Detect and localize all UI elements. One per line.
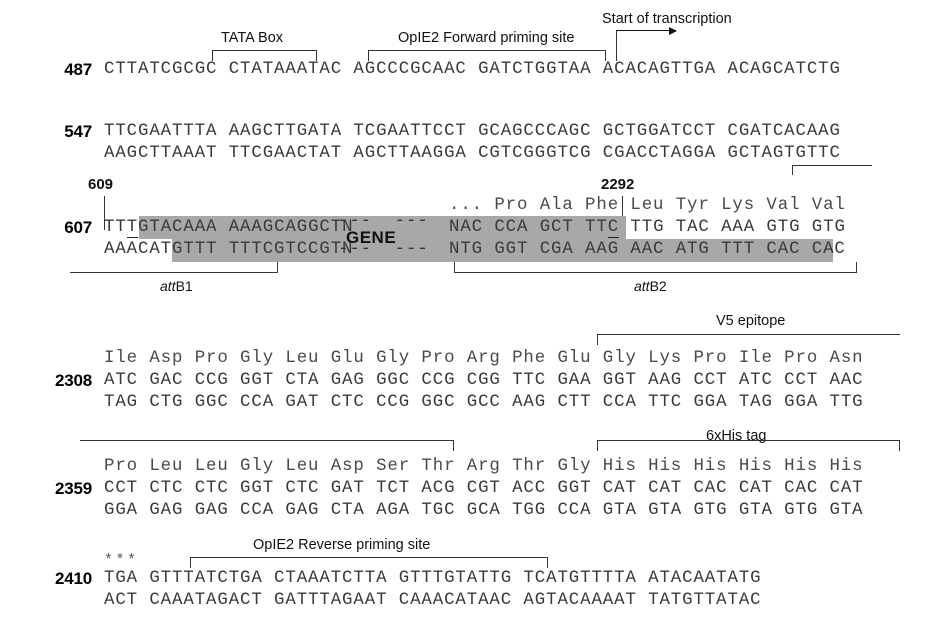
top-strand-2410: TGA GTTTATCTGA CTAAATCTTA GTTTGTATTG TCA…	[104, 569, 762, 588]
opie2-reverse-bracket	[190, 557, 548, 568]
position-index-2308: 2308	[54, 371, 92, 390]
top-strand-2359: CCT CTC CTC GGT CTC GAT TCT ACG CGT ACC …	[104, 479, 864, 498]
bottom-strand-607-left: AAACATGTTT TTTCGTCCGTN	[104, 240, 354, 259]
bottom-strand-2410: ACT CAAATAGACT GATTTAGAAT CAAACATAAC AGT…	[104, 591, 762, 610]
bottom-strand-2308: TAG CTG GGC CCA GAT CTC CCG GGC GCC AAG …	[104, 393, 864, 412]
marker-label-2292: 2292	[601, 176, 635, 193]
position-index-547: 547	[64, 122, 92, 141]
sequence-block-487: TATA Box OpIE2 Forward priming site Star…	[0, 0, 925, 100]
top-strand-2308: ATC GAC CCG GGT CTA GAG GGC CCG CGG TTC …	[104, 371, 864, 390]
bottom-strand-2359: GGA GAG GAG CCA GAG CTA AGA TGC GCA TGG …	[104, 501, 864, 520]
v5-epitope-bracket	[597, 334, 900, 345]
attb1-start-base-marker: T	[126, 218, 139, 238]
attb1-label: attB1	[160, 278, 193, 294]
amino-acid-row-607: ... Pro Ala Phe Leu Tyr Lys Val Val	[449, 196, 846, 215]
sequence-block-2308: V5 epitope Ile Asp Pro Gly Leu Glu Gly P…	[0, 305, 925, 412]
attb2-label-plain: B2	[649, 278, 667, 294]
gene-box-dash-bottom: --- ---	[338, 240, 429, 259]
attb1-bracket-start	[792, 165, 872, 175]
sequence-map-figure: TATA Box OpIE2 Forward priming site Star…	[0, 0, 925, 623]
his-tag-bracket	[597, 440, 900, 451]
position-index-2359: 2359	[54, 479, 92, 498]
opie2-reverse-label: OpIE2 Reverse priming site	[253, 537, 431, 553]
bottom-strand-547: AAGCTTAAAT TTCGAACTAT AGCTTAAGGA CGTCGGG…	[104, 144, 841, 163]
top-strand-607-codons-a: NAC CCA GCT TT	[449, 218, 608, 237]
stop-codon-stars: ***	[104, 552, 139, 569]
top-strand-607-right: NAC CCA GCT TTC TTG TAC AAA GTG GTG	[449, 218, 846, 238]
sequence-block-607: ... Pro Ala Phe Leu Tyr Lys Val Val 607 …	[0, 196, 925, 298]
v5-epitope-bracket-continued	[80, 440, 454, 451]
position-index-607: 607	[64, 218, 92, 237]
amino-acid-row-2308: Ile Asp Pro Gly Leu Glu Gly Pro Arg Phe …	[104, 349, 864, 368]
opie2-forward-label: OpIE2 Forward priming site	[398, 30, 575, 46]
position-index-487: 487	[64, 60, 92, 79]
v5-epitope-label: V5 epitope	[716, 313, 786, 329]
top-strand-607-codons-b: TTG TAC AAA GTG GTG	[619, 218, 846, 237]
bottom-strand-607-right: NTG GGT CGA AAG AAC ATG TTT CAC CAC	[449, 240, 846, 259]
position-index-2410: 2410	[54, 569, 92, 588]
top-strand-607-attb1: GTACAAA AAAGCAGGCTN	[138, 218, 354, 237]
attb2-bracket	[454, 262, 857, 273]
attb1-label-italic: att	[160, 278, 176, 294]
transcription-start-vertical	[616, 30, 617, 61]
attb1-label-plain: B1	[175, 278, 193, 294]
attb2-label-italic: att	[634, 278, 650, 294]
top-strand-607-leader: TT	[104, 218, 127, 237]
sequence-block-2359: 6xHis tag Pro Leu Leu Gly Leu Asp Ser Th…	[0, 420, 925, 528]
tata-box-label: TATA Box	[221, 30, 284, 46]
start-of-transcription-label: Start of transcription	[602, 11, 732, 27]
marker-label-609: 609	[88, 176, 114, 193]
attb1-bracket	[70, 262, 278, 273]
top-strand-547: TTCGAATTTA AAGCTTGATA TCGAATTCCT GCAGCCC…	[104, 122, 841, 141]
top-strand-487: CTTATCGCGC CTATAAATAC AGCCCGCAAC GATCTGG…	[104, 60, 841, 79]
sequence-block-2410: OpIE2 Reverse priming site *** 2410 TGA …	[0, 528, 925, 623]
attb2-label: attB2	[634, 278, 667, 294]
transcription-direction-arrow	[616, 26, 677, 35]
amino-acid-row-2359: Pro Leu Leu Gly Leu Asp Ser Thr Arg Thr …	[104, 457, 864, 476]
attb2-start-base-marker: C	[607, 218, 620, 238]
top-strand-607-left: TTTGTACAAA AAAGCAGGCTN	[104, 218, 353, 238]
